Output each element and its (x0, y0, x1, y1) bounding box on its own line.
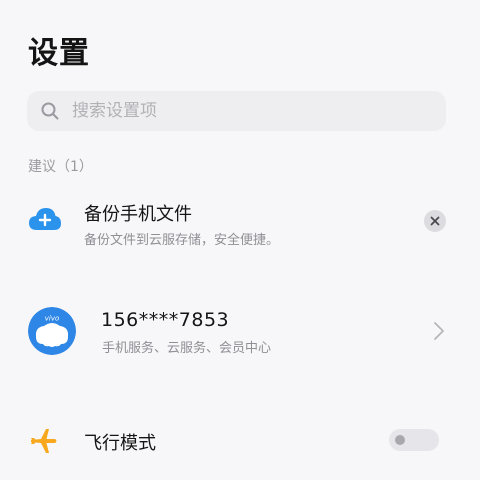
airplane-mode-row[interactable]: 飞行模式 (0, 410, 480, 470)
svg-text:vivo: vivo (45, 315, 60, 323)
search-icon (40, 101, 60, 121)
search-bar[interactable] (27, 91, 446, 131)
settings-page: 设置 建议（1） 备份手机文件 备份文件到云服存储，安全便捷。 (0, 0, 480, 480)
chevron-right-icon (432, 321, 446, 341)
search-input[interactable] (70, 100, 434, 122)
avatar: vivo (28, 307, 76, 355)
airplane-icon (29, 426, 59, 456)
suggestion-item-backup[interactable]: 备份手机文件 备份文件到云服存储，安全便捷。 (0, 192, 480, 262)
cloud-plus-icon (28, 206, 62, 232)
account-number: 156****7853 (101, 309, 230, 331)
airplane-mode-label: 飞行模式 (84, 433, 156, 454)
close-icon (430, 216, 440, 226)
toggle-knob (395, 435, 405, 445)
account-services: 手机服务、云服务、会员中心 (102, 341, 272, 356)
suggestion-title: 备份手机文件 (84, 204, 192, 225)
suggestions-header: 建议（1） (28, 159, 93, 175)
suggestion-subtitle: 备份文件到云服存储，安全便捷。 (84, 233, 280, 248)
dismiss-suggestion-button[interactable] (424, 210, 446, 232)
account-row[interactable]: vivo 156****7853 手机服务、云服务、会员中心 (0, 290, 480, 374)
page-title: 设置 (28, 36, 90, 71)
airplane-mode-toggle[interactable] (389, 429, 439, 451)
